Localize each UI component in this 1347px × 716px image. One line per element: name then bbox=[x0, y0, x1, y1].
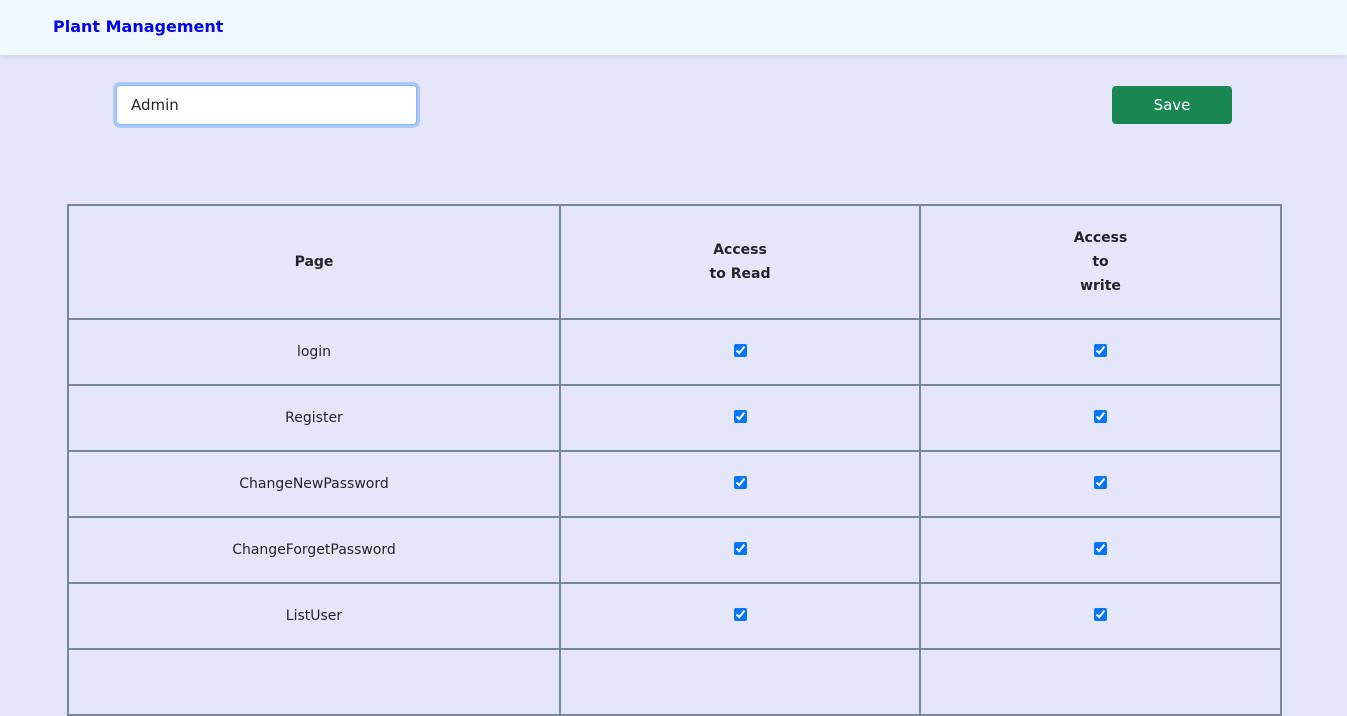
read-access-checkbox[interactable] bbox=[733, 607, 747, 621]
table-row: ChangeNewPassword bbox=[67, 450, 1282, 518]
write-access-cell bbox=[919, 318, 1282, 386]
read-access-cell bbox=[559, 318, 921, 386]
write-access-checkbox[interactable] bbox=[1094, 541, 1107, 555]
read-access-checkbox[interactable] bbox=[733, 343, 747, 357]
write-access-checkbox[interactable] bbox=[1094, 475, 1107, 489]
header-write: Access to write bbox=[919, 204, 1282, 320]
read-access-cell bbox=[559, 516, 921, 584]
table-header-row: Page Access to Read Access to write bbox=[67, 204, 1282, 320]
read-access-checkbox[interactable] bbox=[733, 409, 747, 423]
write-access-cell bbox=[919, 582, 1282, 650]
role-name-input[interactable] bbox=[116, 85, 417, 125]
page-name-cell: Register bbox=[67, 384, 561, 452]
page-name-cell: login bbox=[67, 318, 561, 386]
write-access-cell bbox=[919, 450, 1282, 518]
header-write-line: write bbox=[1080, 278, 1121, 294]
table-row: login bbox=[67, 318, 1282, 386]
navbar: Plant Management bbox=[0, 0, 1347, 55]
page-name-cell bbox=[67, 648, 561, 716]
write-access-checkbox[interactable] bbox=[1094, 607, 1107, 621]
header-page: Page bbox=[67, 204, 561, 320]
write-access-cell bbox=[919, 516, 1282, 584]
header-write-line: Access bbox=[1073, 230, 1128, 246]
read-access-checkbox[interactable] bbox=[733, 475, 747, 489]
table-row: ListUser bbox=[67, 582, 1282, 650]
header-read: Access to Read bbox=[559, 204, 921, 320]
save-button[interactable]: Save bbox=[1112, 86, 1232, 124]
brand-link[interactable]: Plant Management bbox=[53, 17, 223, 36]
write-access-cell bbox=[919, 648, 1282, 716]
read-access-cell bbox=[559, 582, 921, 650]
page-name-cell: ChangeNewPassword bbox=[67, 450, 561, 518]
table-row bbox=[67, 648, 1282, 716]
write-access-checkbox[interactable] bbox=[1094, 409, 1107, 423]
header-read-line: to Read bbox=[709, 266, 771, 282]
permissions-table: Page Access to Read Access to write login Re… bbox=[67, 204, 1282, 716]
header-write-line: to bbox=[1092, 254, 1109, 270]
header-read-line: Access bbox=[713, 242, 767, 258]
read-access-cell bbox=[559, 384, 921, 452]
write-access-cell bbox=[919, 384, 1282, 452]
write-access-checkbox[interactable] bbox=[1094, 343, 1107, 357]
read-access-cell bbox=[559, 450, 921, 518]
table-row: ChangeForgetPassword bbox=[67, 516, 1282, 584]
page-name-cell: ListUser bbox=[67, 582, 561, 650]
page-name-cell: ChangeForgetPassword bbox=[67, 516, 561, 584]
read-access-checkbox[interactable] bbox=[733, 541, 747, 555]
read-access-cell bbox=[559, 648, 921, 716]
table-row: Register bbox=[67, 384, 1282, 452]
